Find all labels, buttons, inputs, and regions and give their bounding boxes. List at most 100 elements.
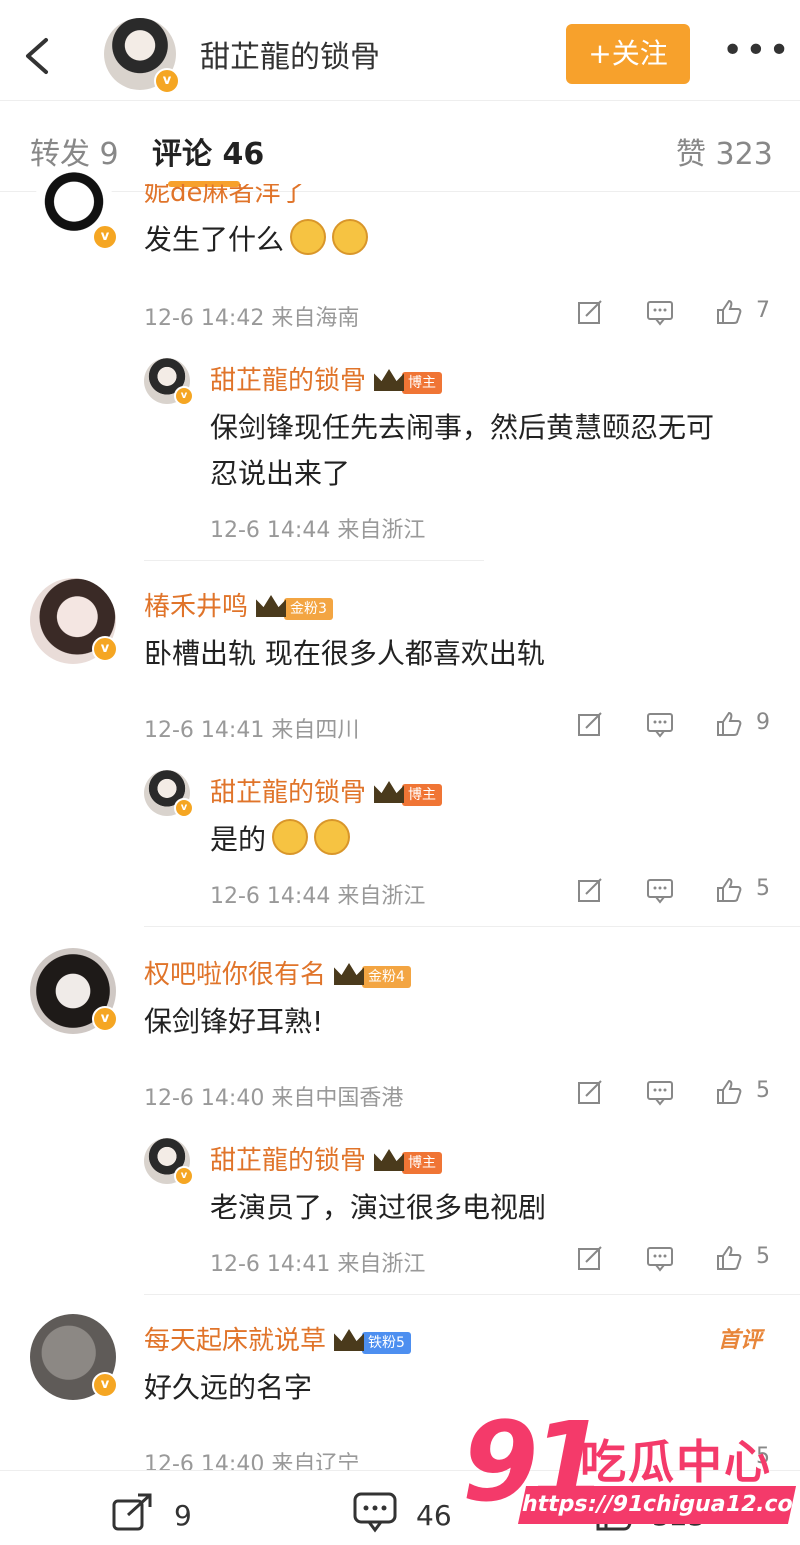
fan-level-badge: 铁粉5 [362,1332,411,1354]
first-comment-tag: 首评 [718,1328,763,1353]
comment-meta: 12-6 14:42 来自海南 [144,300,359,332]
comment-actions: 7 [574,296,774,330]
back-arrow-icon[interactable] [22,36,52,76]
crying-laugh-emoji-icon [314,819,351,855]
author-avatar[interactable]: v [104,18,180,94]
crying-laugh-emoji-icon [272,819,309,855]
reply-location: 来自浙江 [337,518,426,543]
comment-icon[interactable] [646,1078,674,1106]
reply-author-name: 甜芷龍的锁骨 博主 [210,1140,443,1177]
reply-text: 是的 [210,818,351,858]
commenter-avatar[interactable]: v [30,948,118,1034]
crown-icon [334,1329,365,1351]
verified-icon: v [174,386,194,406]
verified-icon: v [92,1372,118,1398]
share-icon[interactable] [576,1244,604,1272]
comment-location: 来自四川 [271,718,360,743]
reply-location: 来自浙江 [337,1252,426,1277]
like-icon[interactable] [714,710,742,738]
watermark-url: https://91chigua12.com [517,1486,800,1524]
shocked-emoji-icon [290,219,327,255]
reply-time: 12-6 14:41 [210,1252,331,1277]
repost-count: 9 [174,1499,192,1532]
verified-icon: v [92,1006,118,1032]
tab-reposts[interactable]: 转发 9 [30,129,119,173]
verified-icon: v [174,798,194,818]
comment-time: 12-6 14:40 [144,1086,265,1111]
reply-time: 12-6 14:44 [210,518,331,543]
like-count: 9 [756,710,770,735]
comment-actions: 9 [574,708,774,742]
commenter-name-row: 每天起床就说草 铁粉5 [144,1320,411,1357]
comment-text: 好久远的名字 [144,1371,313,1404]
comment-text: 保剑锋好耳熟! [144,1005,324,1038]
reply-text-line2: 忍说出来了 [210,457,351,490]
comment-time: 12-6 14:42 [144,306,265,331]
commenter-name[interactable]: 权吧啦你很有名 [144,960,326,990]
crown-icon [334,963,365,985]
crown-icon [374,781,405,803]
reply-actions: 5 [574,1242,774,1276]
author-badge: 博主 [402,1152,443,1174]
verified-icon: v [92,636,118,662]
reply-location: 来自浙江 [337,884,426,909]
reply-meta: 12-6 14:41 来自浙江 [210,1246,425,1278]
watermark-text: 吃瓜中心 [580,1435,772,1489]
commenter-avatar[interactable]: v [30,1314,118,1400]
repost-icon[interactable] [110,1491,156,1533]
author-badge: 博主 [402,784,443,806]
reply-meta: 12-6 14:44 来自浙江 [210,512,425,544]
tab-comments[interactable]: 评论 46 [152,129,264,173]
share-icon[interactable] [576,710,604,738]
like-icon[interactable] [714,1244,742,1272]
reply-avatar[interactable]: v [144,358,194,406]
like-icon[interactable] [714,298,742,326]
share-icon[interactable] [576,1078,604,1106]
reply-actions: 5 [574,874,774,908]
reply-author-name-text[interactable]: 甜芷龍的锁骨 [210,778,366,808]
comment-icon[interactable] [352,1491,398,1533]
reply-avatar[interactable]: v [144,1138,194,1186]
reply-author-name-text[interactable]: 甜芷龍的锁骨 [210,1146,366,1176]
commenter-name[interactable]: 椿禾井鸣 [144,592,248,622]
tab-likes[interactable]: 赞 323 [676,129,773,173]
comment-icon[interactable] [646,876,674,904]
comment-count: 46 [416,1499,452,1532]
follow-button[interactable]: +关注 [566,24,690,84]
reply-author-name-text[interactable]: 甜芷龍的锁骨 [210,366,366,396]
comment-location: 来自中国香港 [271,1086,404,1111]
commenter-avatar[interactable]: v [32,168,118,252]
like-count: 5 [756,1244,770,1269]
divider [144,560,484,561]
verified-icon: v [174,1166,194,1186]
like-count: 7 [756,298,770,323]
like-count: 5 [756,1078,770,1103]
share-icon[interactable] [576,876,604,904]
commenter-name-row: 权吧啦你很有名 金粉4 [144,954,411,991]
comment-time: 12-6 14:41 [144,718,265,743]
fan-level-badge: 金粉3 [284,598,333,620]
reply-text: 老演员了，演过很多电视剧 [210,1191,547,1224]
comment-actions: 5 [574,1076,774,1110]
reply-text-content: 是的 [210,823,267,856]
like-icon[interactable] [714,876,742,904]
reply-author-name: 甜芷龍的锁骨 博主 [210,772,443,809]
author-name[interactable]: 甜芷龍的锁骨 [200,32,380,76]
comment-icon[interactable] [646,710,674,738]
comment-icon[interactable] [646,298,674,326]
share-icon[interactable] [576,298,604,326]
reply-avatar[interactable]: v [144,770,194,818]
comment-location: 来自海南 [271,306,360,331]
comment-meta: 12-6 14:41 来自四川 [144,712,359,744]
watermark-logo: 91 吃瓜中心 https://91chigua12.com [462,1402,800,1542]
comment-icon[interactable] [646,1244,674,1272]
more-icon[interactable]: ••• [722,33,790,69]
top-bar: v 甜芷龍的锁骨 +关注 ••• [0,0,800,100]
commenter-avatar[interactable]: v [30,578,118,664]
like-icon[interactable] [714,1078,742,1106]
comment-text: 卧槽出轨 现在很多人都喜欢出轨 [144,637,545,670]
commenter-name[interactable]: 每天起床就说草 [144,1326,326,1356]
comment-text-content: 发生了什么 [144,223,285,256]
crown-icon [256,595,287,617]
shocked-emoji-icon [332,219,369,255]
